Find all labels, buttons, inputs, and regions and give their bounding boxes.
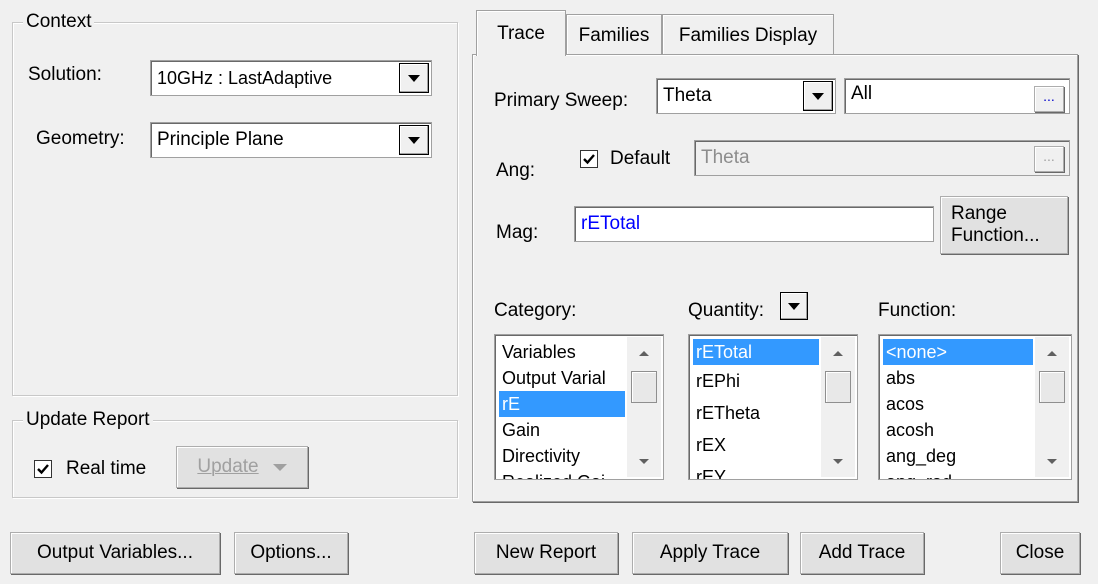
geometry-value: Principle Plane <box>157 129 284 150</box>
tab-trace[interactable]: Trace <box>476 10 566 56</box>
close-button[interactable]: Close <box>1000 532 1080 574</box>
apply-trace-button[interactable]: Apply Trace <box>632 532 788 574</box>
geometry-dropdown-button[interactable] <box>399 125 429 155</box>
solution-dropdown-button[interactable] <box>399 63 429 93</box>
realtime-checkbox[interactable] <box>34 460 52 478</box>
chevron-down-icon <box>408 136 420 144</box>
solution-value: 10GHz : LastAdaptive <box>157 67 333 88</box>
solution-dropdown[interactable]: 10GHz : LastAdaptive <box>150 60 432 96</box>
tab-trace-label: Trace <box>497 22 545 44</box>
chevron-down-icon <box>408 74 420 82</box>
tab-families[interactable]: Families <box>566 14 662 56</box>
trace-tab-panel <box>472 54 1078 502</box>
add-trace-button[interactable]: Add Trace <box>800 532 924 574</box>
update-button-label: Update <box>197 456 259 477</box>
new-report-button[interactable]: New Report <box>474 532 618 574</box>
tab-families-display-label: Families Display <box>678 24 818 46</box>
tab-families-label: Families <box>578 24 650 46</box>
realtime-label: Real time <box>66 458 147 479</box>
output-variables-button[interactable]: Output Variables... <box>10 532 220 574</box>
chevron-down-icon <box>272 463 287 471</box>
context-group-title: Context <box>23 10 95 34</box>
update-button[interactable]: Update <box>176 446 308 488</box>
update-report-title: Update Report <box>23 408 153 432</box>
geometry-dropdown[interactable]: Principle Plane <box>150 122 432 158</box>
check-icon <box>37 464 49 475</box>
geometry-label: Geometry: <box>36 128 125 149</box>
options-button[interactable]: Options... <box>234 532 348 574</box>
tab-families-display[interactable]: Families Display <box>662 14 834 56</box>
solution-label: Solution: <box>28 64 102 85</box>
